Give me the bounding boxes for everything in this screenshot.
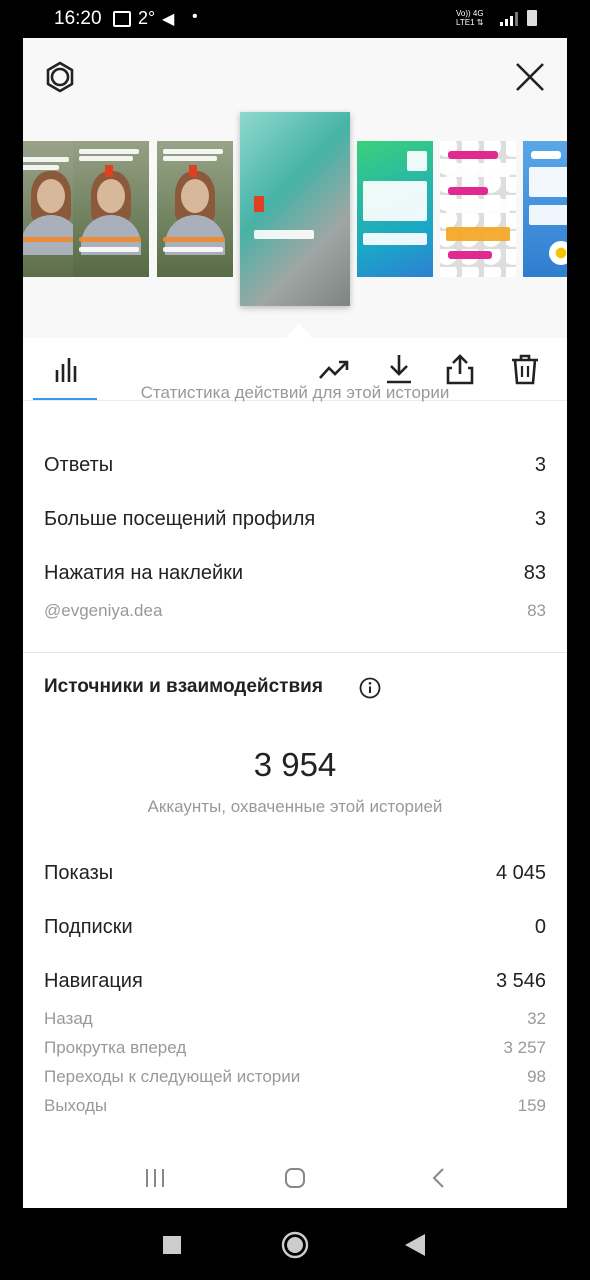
stat-row-replies: Ответы 3: [44, 454, 546, 484]
story-thumbnail[interactable]: [440, 141, 516, 277]
stat-value: 159: [517, 1096, 546, 1115]
story-header: [23, 38, 567, 339]
section-divider: [23, 652, 567, 653]
stat-row-impressions: Показы 4 045: [44, 862, 546, 892]
stat-value: 3: [534, 454, 546, 476]
stop-square-icon[interactable]: [163, 1236, 181, 1254]
story-thumbnail[interactable]: [157, 141, 233, 277]
stat-label: Нажатия на наклейки: [44, 562, 244, 584]
stat-value: 4 045: [495, 862, 546, 884]
reach-caption: Аккаунты, охваченные этой историей: [147, 797, 443, 816]
share-icon[interactable]: [443, 352, 477, 386]
stat-label: @evgeniya.dea: [44, 601, 163, 620]
trash-icon[interactable]: [508, 352, 542, 386]
stat-value: 83: [527, 601, 546, 620]
battery-icon: [527, 10, 537, 26]
network-bottom: LTE1 ⇅: [456, 18, 484, 27]
network-top: Vo)) 4G: [456, 9, 484, 18]
reach-value: 3 954: [253, 746, 337, 783]
stat-value: 83: [523, 562, 546, 584]
stat-label: Подписки: [44, 916, 133, 938]
story-insights-sheet: Статистика действий для этой истории Отв…: [23, 38, 567, 1208]
activity-subtitle: Статистика действий для этой истории: [140, 383, 450, 402]
status-bar: 16:20 2° ◀ • Vo)) 4G LTE1 ⇅: [0, 0, 590, 38]
stat-row-profile-visits: Больше посещений профиля 3: [44, 508, 546, 538]
notification-dot: •: [192, 8, 198, 25]
gallery-icon: [113, 11, 131, 27]
stat-value: 32: [527, 1009, 546, 1028]
stat-label: Назад: [44, 1009, 93, 1028]
stat-row-follows: Подписки 0: [44, 916, 546, 946]
download-icon[interactable]: [382, 352, 416, 386]
stat-value: 0: [534, 916, 546, 938]
back-icon[interactable]: [427, 1166, 451, 1190]
home-circle-icon[interactable]: [280, 1230, 310, 1260]
back-triangle-icon[interactable]: [405, 1234, 425, 1256]
stat-label: Навигация: [44, 970, 143, 992]
stat-value: 3: [534, 508, 546, 530]
status-time: 16:20: [54, 8, 102, 29]
info-icon[interactable]: [359, 677, 381, 699]
app-nav-bar: [23, 1148, 567, 1208]
stat-value: 3 257: [503, 1038, 546, 1057]
stat-row-sticker-taps: Нажатия на наклейки 83: [44, 562, 546, 592]
signal-icon: [500, 12, 518, 26]
story-thumbnail-strip: [23, 38, 567, 338]
story-thumbnail[interactable]: [357, 141, 433, 277]
story-thumbnail[interactable]: [73, 141, 149, 277]
story-thumbnail[interactable]: [523, 141, 567, 277]
stat-label: Показы: [44, 862, 114, 884]
stat-label: Больше посещений профиля: [44, 508, 316, 530]
nav-row-forward: Прокрутка вперед 3 257: [44, 1038, 546, 1068]
status-temperature: 2°: [138, 8, 156, 28]
nav-row-exits: Выходы 159: [44, 1096, 546, 1126]
telegram-icon: ◀: [162, 11, 175, 28]
home-icon[interactable]: [283, 1166, 307, 1190]
stat-row-navigation: Навигация 3 546: [44, 970, 546, 1000]
stat-label: Выходы: [44, 1096, 108, 1115]
story-thumbnail-selected[interactable]: [240, 112, 350, 306]
stat-value: 98: [527, 1067, 546, 1086]
stat-label: Ответы: [44, 454, 114, 476]
trending-icon[interactable]: [317, 352, 351, 386]
bar-chart-icon[interactable]: [49, 352, 83, 386]
sources-title: Источники и взаимодействия: [44, 676, 323, 697]
selection-pointer: [285, 323, 313, 339]
system-nav-bar: [0, 1208, 590, 1280]
network-indicator: Vo)) 4G LTE1 ⇅: [456, 9, 484, 27]
nav-row-next-story: Переходы к следующей истории 98: [44, 1067, 546, 1097]
stat-label: Прокрутка вперед: [44, 1038, 187, 1057]
nav-row-back: Назад 32: [44, 1009, 546, 1039]
recent-apps-icon[interactable]: [143, 1166, 167, 1190]
stat-label: Переходы к следующей истории: [44, 1067, 301, 1086]
stat-value: 3 546: [495, 970, 546, 992]
stat-row-sticker-mention: @evgeniya.dea 83: [44, 601, 546, 631]
